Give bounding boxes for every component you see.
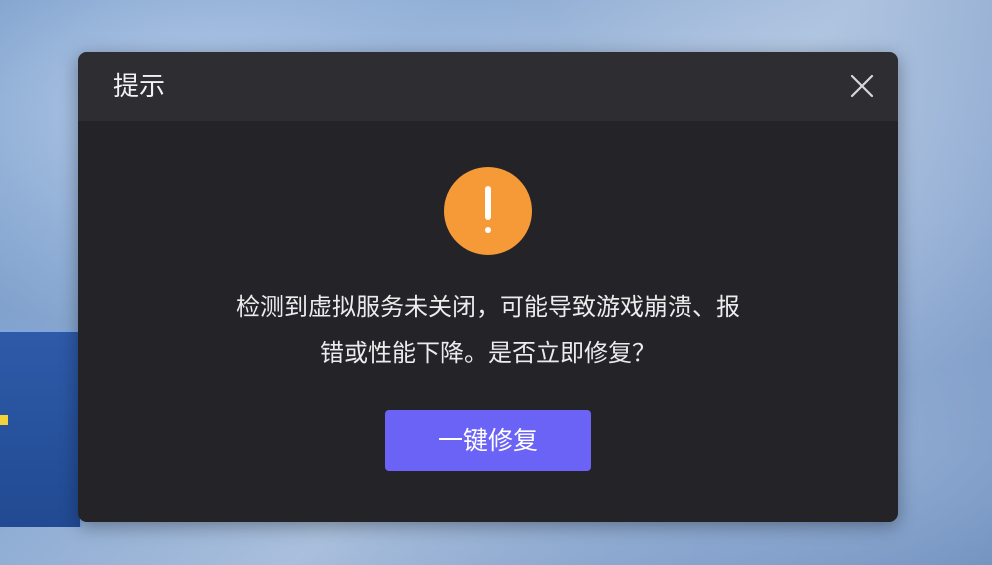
background-panel: [0, 330, 82, 527]
one-click-fix-button[interactable]: 一键修复: [385, 410, 591, 471]
exclamation-circle-icon: [444, 167, 532, 255]
dialog-title: 提示: [113, 72, 166, 102]
exclamation-bar: [485, 186, 491, 220]
close-button[interactable]: [846, 70, 878, 102]
exclamation-dot: [485, 227, 491, 233]
background-marker: [0, 415, 8, 425]
repair-prompt-dialog: 提示 检测到虚拟服务未关闭，可能导致游戏崩溃、报 错或性能下降。是否立即修复？ …: [78, 52, 898, 522]
close-icon: [850, 74, 874, 98]
dialog-message: 检测到虚拟服务未关闭，可能导致游戏崩溃、报 错或性能下降。是否立即修复？: [138, 284, 838, 376]
message-line: 错或性能下降。是否立即修复？: [320, 339, 656, 367]
dialog-header: 提示: [78, 52, 898, 121]
message-line: 检测到虚拟服务未关闭，可能导致游戏崩溃、报: [236, 293, 740, 321]
